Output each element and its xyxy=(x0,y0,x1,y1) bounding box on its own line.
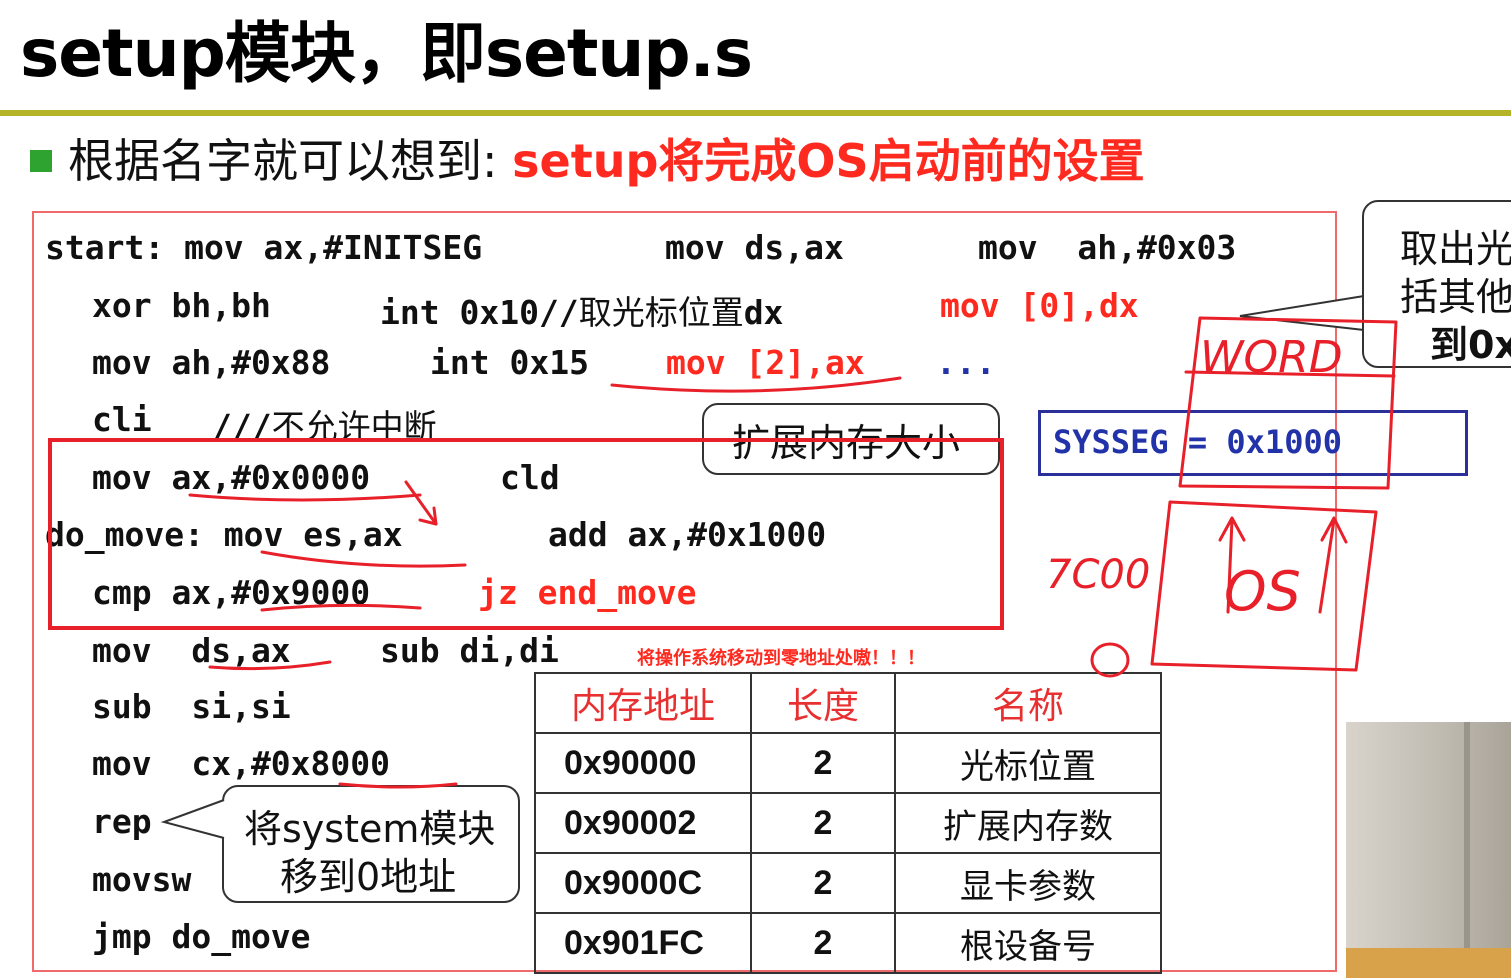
table-cell: 根设备号 xyxy=(894,912,1162,974)
code-line-11a: rep xyxy=(92,802,152,841)
table-header-cell: 长度 xyxy=(750,672,896,734)
code-line-2a: xor bh,bh xyxy=(92,286,271,325)
code-line-3a: mov ah,#0x88 xyxy=(92,343,331,382)
table-cell: 2 xyxy=(750,792,896,854)
code-line-3d: ... xyxy=(936,343,996,382)
table-header-row: 内存地址 长度 名称 xyxy=(534,672,1162,734)
table-cell: 0x90002 xyxy=(534,792,752,854)
table-cell: 2 xyxy=(750,732,896,794)
code-line-12a: movsw xyxy=(92,860,192,899)
table-row: 0x90002 2 扩展内存数 xyxy=(534,792,1162,854)
move-note: 将操作系统移动到零地址处嗷！！！ xyxy=(637,648,925,669)
code-line-8b: sub di,di xyxy=(380,631,559,670)
sysseg-text: SYSSEG = 0x1000 xyxy=(1053,423,1342,461)
sysseg-box: SYSSEG = 0x1000 xyxy=(1038,410,1468,476)
callout-system-line1: 将system模块 xyxy=(244,807,496,851)
code-line-1a: start: mov ax,#INITSEG xyxy=(45,228,483,267)
table-cell: 2 xyxy=(750,912,896,974)
code-line-3b: int 0x15 xyxy=(430,343,589,382)
table-row: 0x901FC 2 根设备号 xyxy=(534,912,1162,974)
callout-right-line2: 括其他 xyxy=(1400,275,1511,319)
callout-right-line3: 到0x xyxy=(1430,323,1511,367)
bullet-square-icon xyxy=(30,150,52,172)
table-cell: 光标位置 xyxy=(894,732,1162,794)
table-header-cell: 内存地址 xyxy=(534,672,752,734)
code-line-2b-dx: dx xyxy=(743,293,784,332)
code-line-2b: int 0x10//取光标位置dx xyxy=(380,286,783,334)
table-header-cell: 名称 xyxy=(894,672,1162,734)
code-line-1b: mov ds,ax xyxy=(665,228,844,267)
table-cell: 显卡参数 xyxy=(894,852,1162,914)
code-line-2b-comment: 取光标位置 xyxy=(578,293,744,332)
bullet-text: 根据名字就可以想到: setup将完成OS启动前的设置 xyxy=(68,125,1145,191)
bullet-highlight: setup将完成OS启动前的设置 xyxy=(512,134,1145,188)
bullet-prefix: 根据名字就可以想到: xyxy=(68,134,513,188)
slide-title: setup模块，即setup.s xyxy=(20,15,753,92)
callout-system-line2: 移到0地址 xyxy=(280,855,457,899)
code-line-2b-code: int 0x10// xyxy=(380,293,579,332)
table-row: 0x90000 2 光标位置 xyxy=(534,732,1162,794)
code-line-4a: cli xyxy=(92,400,152,439)
code-line-2c: mov [0],dx xyxy=(940,286,1139,325)
move-loop-highlight-box xyxy=(48,438,1004,630)
table-cell: 扩展内存数 xyxy=(894,792,1162,854)
code-line-9a: sub si,si xyxy=(92,687,291,726)
webcam-overlay xyxy=(1346,722,1511,978)
code-line-10a: mov cx,#0x8000 xyxy=(92,744,391,783)
title-rule xyxy=(0,110,1511,116)
code-line-8a: mov ds,ax xyxy=(92,631,291,670)
callout-right-line1: 取出光 xyxy=(1400,227,1511,271)
memory-table: 内存地址 长度 名称 0x90000 2 光标位置 0x90002 2 扩展内存… xyxy=(534,672,1162,974)
table-row: 0x9000C 2 显卡参数 xyxy=(534,852,1162,914)
table-cell: 2 xyxy=(750,852,896,914)
table-cell: 0x90000 xyxy=(534,732,752,794)
code-line-13a: jmp do_move xyxy=(92,917,311,956)
code-line-1c: mov ah,#0x03 xyxy=(978,228,1237,267)
table-cell: 0x901FC xyxy=(534,912,752,974)
code-line-3c: mov [2],ax xyxy=(666,343,865,382)
table-cell: 0x9000C xyxy=(534,852,752,914)
